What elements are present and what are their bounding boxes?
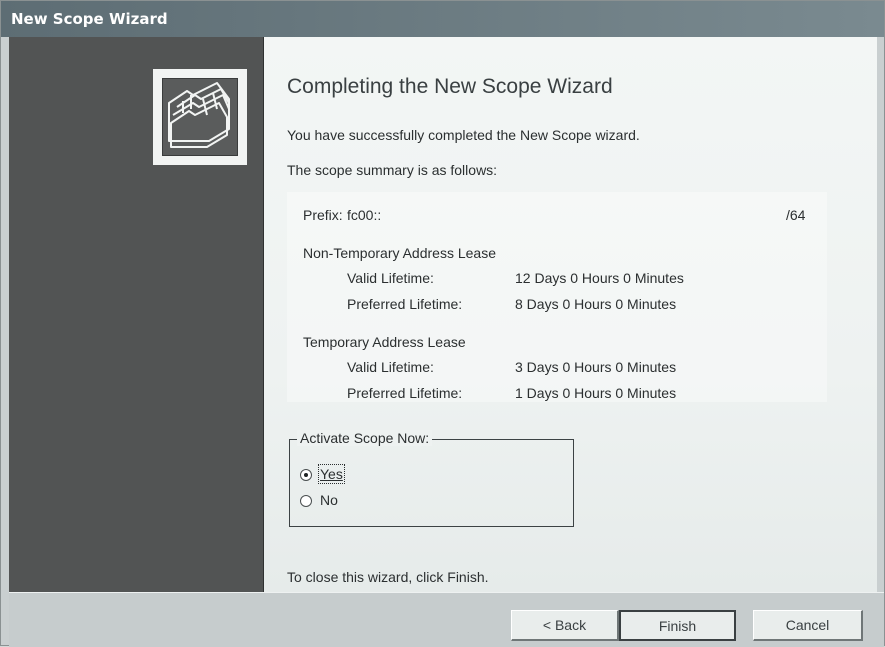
prefix-value: fc00::	[347, 207, 382, 223]
temporary-preferred-label: Preferred Lifetime:	[347, 385, 463, 401]
radio-no-label[interactable]: No	[320, 492, 338, 508]
radio-yes-label[interactable]: Yes	[318, 464, 345, 484]
wizard-side-panel	[9, 37, 264, 592]
radio-yes-circle[interactable]	[300, 469, 312, 481]
radio-selected-dot	[304, 473, 308, 477]
activate-scope-group: Activate Scope Now: Yes No	[289, 430, 574, 527]
scope-summary-text: Prefix: fc00:: /64 Non-Temporary Address…	[287, 37, 847, 437]
non-temporary-preferred-label: Preferred Lifetime:	[347, 296, 463, 312]
prefix-label: Prefix:	[303, 207, 343, 223]
folders-icon	[162, 78, 238, 156]
wizard-graphic	[153, 69, 247, 165]
prefix-length: /64	[786, 207, 806, 223]
close-hint: To close this wizard, click Finish.	[287, 569, 489, 585]
temporary-preferred-value: 1 Days 0 Hours 0 Minutes	[515, 385, 677, 401]
non-temporary-preferred-value: 8 Days 0 Hours 0 Minutes	[515, 296, 677, 312]
back-button[interactable]: < Back	[511, 610, 619, 641]
non-temporary-lease-header: Non-Temporary Address Lease	[303, 245, 496, 261]
title-bar: New Scope Wizard	[1, 1, 884, 37]
temporary-valid-label: Valid Lifetime:	[347, 359, 434, 375]
non-temporary-valid-value: 12 Days 0 Hours 0 Minutes	[515, 270, 684, 286]
non-temporary-valid-label: Valid Lifetime:	[347, 270, 434, 286]
wizard-content: Completing the New Scope Wizard You have…	[264, 37, 877, 592]
window-title: New Scope Wizard	[11, 10, 168, 28]
temporary-lease-header: Temporary Address Lease	[303, 334, 466, 350]
wizard-window: New Scope Wizard Completing the New Scop…	[0, 0, 885, 647]
button-bar: < Back Finish Cancel	[9, 592, 884, 647]
cancel-button[interactable]: Cancel	[753, 610, 863, 641]
radio-no-circle[interactable]	[300, 495, 312, 507]
activate-scope-legend: Activate Scope Now:	[297, 430, 433, 446]
finish-button[interactable]: Finish	[619, 610, 736, 641]
temporary-valid-value: 3 Days 0 Hours 0 Minutes	[515, 359, 677, 375]
